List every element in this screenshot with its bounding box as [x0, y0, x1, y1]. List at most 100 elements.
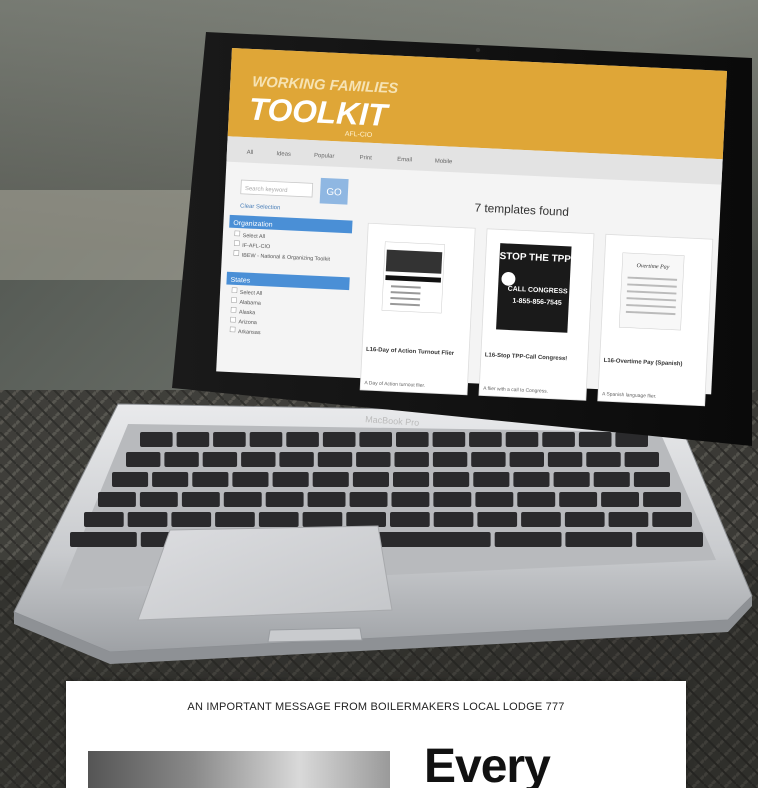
key: [593, 472, 630, 487]
go-label: GO: [326, 187, 342, 199]
key: [176, 432, 210, 447]
key: [505, 432, 539, 447]
key: [241, 452, 276, 467]
key: [349, 492, 388, 507]
key: [432, 452, 468, 467]
key: [272, 472, 309, 487]
filter-checkbox[interactable]: [230, 307, 237, 313]
key: [633, 472, 670, 487]
filter-checkbox[interactable]: [231, 297, 237, 303]
key: [307, 492, 346, 507]
key: [215, 512, 255, 527]
nav-item[interactable]: Mobile: [435, 159, 453, 166]
key: [356, 452, 391, 467]
key: [477, 512, 518, 527]
camera: [475, 47, 481, 53]
key: [70, 532, 137, 547]
filter-checkbox[interactable]: [231, 287, 238, 294]
nav-item[interactable]: Print: [359, 155, 372, 162]
key: [391, 492, 430, 507]
key: [547, 452, 583, 467]
key: [127, 512, 168, 527]
laptop-screen: WORKING FAMILIES TOOLKIT AFL-CIO All Idea…: [216, 48, 728, 407]
key: [164, 452, 199, 467]
key: [433, 492, 472, 507]
filter-checkbox[interactable]: [233, 250, 240, 256]
filter-option: Arizona: [238, 319, 257, 326]
svg-text:States: States: [230, 277, 251, 285]
key: [559, 492, 598, 507]
filter-checkbox[interactable]: [229, 326, 236, 333]
panel-heading: AN IMPORTANT MESSAGE FROM BOILERMAKERS L…: [187, 701, 565, 713]
template-cards: L16-Day of Action Turnout FlierA Day of …: [359, 222, 714, 407]
key: [601, 492, 639, 507]
trackpad: [137, 525, 393, 621]
panel-photo: [88, 751, 390, 788]
key: [312, 472, 349, 487]
key: [223, 492, 262, 507]
key: [586, 452, 621, 467]
key: [494, 532, 562, 547]
key: [553, 472, 590, 487]
banner-sub: AFL-CIO: [345, 131, 373, 139]
nav-item[interactable]: Popular: [314, 153, 335, 160]
key: [232, 472, 269, 487]
key: [542, 432, 575, 447]
key: [98, 492, 136, 507]
key: [317, 452, 353, 467]
key: [608, 512, 649, 527]
key: [390, 512, 430, 527]
key: [513, 472, 550, 487]
laptop-photo: MacBook Pro WORKING FAMILIES TOOLKIT AFL…: [0, 0, 758, 788]
key: [352, 472, 389, 487]
filter-option: Select All: [240, 290, 263, 297]
key: [393, 472, 430, 487]
key: [202, 452, 238, 467]
filter-option: Alaska: [239, 310, 256, 317]
key: [258, 512, 299, 527]
key: [140, 432, 173, 447]
key: [433, 472, 470, 487]
message-panel: AN IMPORTANT MESSAGE FROM BOILERMAKERS L…: [66, 681, 686, 788]
key: [471, 452, 506, 467]
key: [565, 532, 633, 547]
nav-item[interactable]: Email: [397, 157, 412, 164]
key: [152, 472, 189, 487]
key: [84, 512, 124, 527]
key: [475, 492, 514, 507]
filter-option: Alabama: [239, 300, 261, 307]
filter-checkbox[interactable]: [233, 240, 240, 247]
key: [517, 492, 556, 507]
filter-checkbox[interactable]: [230, 316, 236, 323]
key: [469, 432, 502, 447]
key: [302, 512, 343, 527]
key: [433, 512, 474, 527]
key: [624, 452, 659, 467]
key: [509, 452, 544, 467]
key: [181, 492, 220, 507]
key: [564, 512, 605, 527]
key: [265, 492, 304, 507]
key: [171, 512, 212, 527]
key: [346, 512, 386, 527]
nav-item[interactable]: All: [247, 150, 254, 156]
key: [521, 512, 561, 527]
key: [396, 432, 429, 447]
key: [249, 432, 283, 447]
panel-headline: Every: [424, 740, 551, 788]
key: [279, 452, 314, 467]
key: [578, 432, 612, 447]
key: [322, 432, 356, 447]
filter-checkbox[interactable]: [234, 230, 241, 237]
key: [636, 532, 703, 547]
key: [139, 492, 178, 507]
nav-item[interactable]: Ideas: [276, 151, 291, 158]
filter-option: Select All: [242, 233, 265, 240]
key: [473, 472, 510, 487]
filter-option: Arkansas: [238, 329, 261, 336]
key: [652, 512, 692, 527]
key: [213, 432, 246, 447]
key: [394, 452, 429, 467]
key: [286, 432, 319, 447]
key: [643, 492, 681, 507]
